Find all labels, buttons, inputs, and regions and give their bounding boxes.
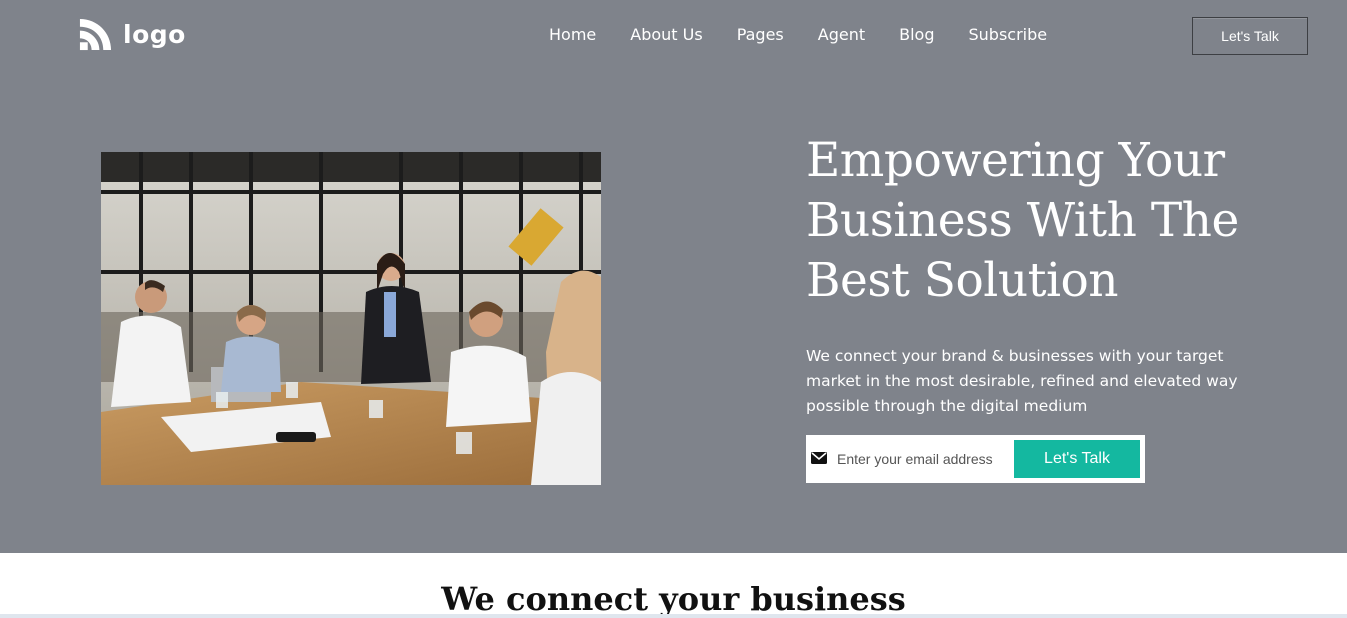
office-meeting-photo — [101, 152, 601, 485]
nav-pages[interactable]: Pages — [737, 25, 784, 45]
section-divider — [0, 614, 1347, 618]
nav-agent[interactable]: Agent — [818, 25, 865, 45]
hero-section: logo Home About Us Pages Agent Blog Subs… — [0, 0, 1347, 553]
hero-headline: Empowering Your Business With The Best S… — [806, 133, 1239, 308]
meeting-illustration — [101, 152, 601, 485]
nav-home[interactable]: Home — [549, 25, 596, 45]
header-lets-talk-button[interactable]: Let's Talk — [1192, 17, 1308, 55]
logo-text: logo — [123, 20, 186, 49]
email-input[interactable] — [837, 445, 1007, 473]
hero-subtext: We connect your brand & businesses with … — [806, 347, 1238, 415]
envelope-icon — [811, 452, 827, 464]
nav-about-us[interactable]: About Us — [630, 25, 702, 45]
lets-talk-submit-button[interactable]: Let's Talk — [1014, 440, 1140, 478]
nav-blog[interactable]: Blog — [899, 25, 934, 45]
logo[interactable]: logo — [78, 17, 186, 52]
email-subscribe-form: Let's Talk — [806, 435, 1145, 483]
logo-icon — [79, 18, 112, 51]
nav-subscribe[interactable]: Subscribe — [969, 25, 1048, 45]
section-title: We connect your business — [441, 580, 906, 618]
main-nav: Home About Us Pages Agent Blog Subscribe — [549, 25, 1047, 45]
